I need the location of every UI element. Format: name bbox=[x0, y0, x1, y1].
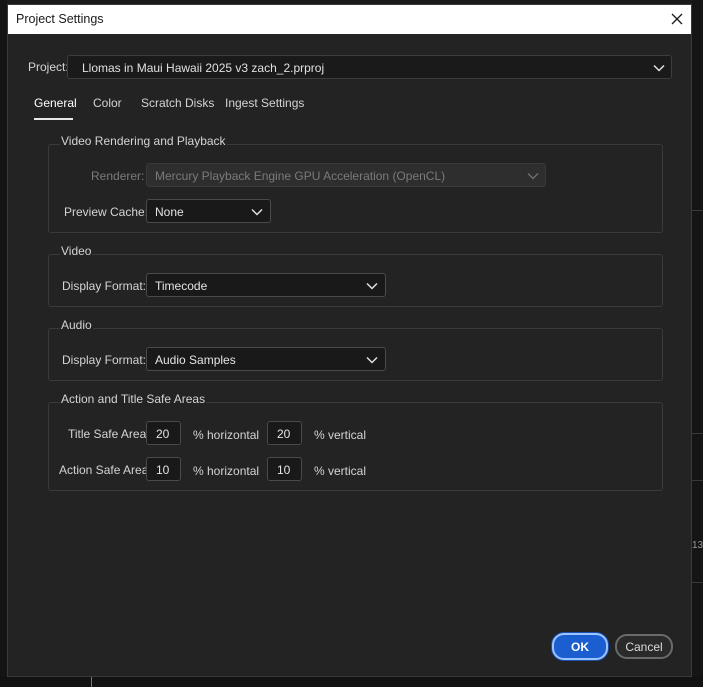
close-button[interactable] bbox=[666, 8, 688, 30]
renderer-label: Renderer: bbox=[91, 169, 145, 183]
video-group: Video Display Format: Timecode bbox=[48, 244, 663, 307]
video-display-format-label: Display Format: bbox=[62, 279, 147, 293]
chevron-down-icon bbox=[366, 282, 378, 290]
video-rendering-group: Video Rendering and Playback Renderer: M… bbox=[48, 134, 663, 233]
ok-button[interactable]: OK bbox=[552, 633, 608, 660]
project-dropdown-value: Llomas in Maui Hawaii 2025 v3 zach_2.prp… bbox=[82, 61, 325, 75]
dialog-title: Project Settings bbox=[16, 12, 104, 26]
audio-title: Audio bbox=[60, 318, 93, 332]
preview-cache-dropdown[interactable]: None bbox=[146, 199, 271, 223]
renderer-dropdown: Mercury Playback Engine GPU Acceleration… bbox=[146, 163, 546, 187]
chevron-down-icon bbox=[366, 356, 378, 364]
background-timecode-fragment: 13 bbox=[692, 540, 703, 551]
audio-display-format-label: Display Format: bbox=[62, 353, 147, 367]
background-playhead bbox=[91, 676, 92, 687]
project-settings-dialog: Project Settings Project: Llomas in Maui… bbox=[7, 4, 692, 677]
close-icon bbox=[671, 13, 683, 25]
tab-color[interactable]: Color bbox=[93, 96, 122, 110]
title-safe-vertical-value: 20 bbox=[277, 427, 291, 441]
title-safe-horizontal-unit: % horizontal bbox=[193, 428, 260, 442]
action-safe-vertical-input[interactable]: 10 bbox=[267, 457, 302, 481]
action-safe-vertical-value: 10 bbox=[277, 463, 291, 477]
video-display-format-dropdown[interactable]: Timecode bbox=[146, 273, 386, 297]
action-safe-label: Action Safe Area bbox=[59, 463, 149, 477]
video-display-format-value: Timecode bbox=[155, 279, 208, 293]
title-safe-vertical-unit: % vertical bbox=[314, 428, 367, 442]
audio-group: Audio Display Format: Audio Samples bbox=[48, 318, 663, 381]
video-rendering-title: Video Rendering and Playback bbox=[60, 134, 227, 148]
renderer-value: Mercury Playback Engine GPU Acceleration… bbox=[155, 169, 446, 183]
background-app-left bbox=[0, 0, 7, 687]
chevron-down-icon bbox=[251, 208, 263, 216]
safe-areas-title: Action and Title Safe Areas bbox=[60, 392, 207, 406]
action-safe-horizontal-value: 10 bbox=[156, 463, 170, 477]
title-safe-label: Title Safe Area bbox=[68, 427, 147, 441]
tab-scratch-disks[interactable]: Scratch Disks bbox=[141, 96, 214, 110]
video-title: Video bbox=[60, 244, 93, 258]
chevron-down-icon bbox=[527, 172, 539, 180]
action-safe-horizontal-unit: % horizontal bbox=[193, 464, 260, 478]
project-dropdown[interactable]: Llomas in Maui Hawaii 2025 v3 zach_2.prp… bbox=[67, 55, 672, 79]
background-app-bottom bbox=[0, 676, 703, 687]
action-safe-vertical-unit: % vertical bbox=[314, 464, 367, 478]
title-safe-vertical-input[interactable]: 20 bbox=[267, 421, 302, 445]
chevron-down-icon bbox=[653, 64, 665, 72]
audio-display-format-dropdown[interactable]: Audio Samples bbox=[146, 347, 386, 371]
background-app-right: 13 bbox=[692, 0, 703, 687]
tab-ingest-settings[interactable]: Ingest Settings bbox=[225, 96, 304, 110]
cancel-button[interactable]: Cancel bbox=[615, 634, 673, 659]
dialog-titlebar: Project Settings bbox=[8, 5, 691, 34]
action-safe-horizontal-input[interactable]: 10 bbox=[146, 457, 181, 481]
safe-areas-group: Action and Title Safe Areas Title Safe A… bbox=[48, 392, 663, 491]
audio-display-format-value: Audio Samples bbox=[155, 353, 236, 367]
active-tab-indicator bbox=[34, 118, 73, 120]
preview-cache-value: None bbox=[155, 205, 184, 219]
title-safe-horizontal-value: 20 bbox=[156, 427, 170, 441]
tab-general[interactable]: General bbox=[34, 96, 77, 110]
preview-cache-label: Preview Cache: bbox=[64, 205, 149, 219]
title-safe-horizontal-input[interactable]: 20 bbox=[146, 421, 181, 445]
project-label: Project: bbox=[28, 60, 69, 74]
